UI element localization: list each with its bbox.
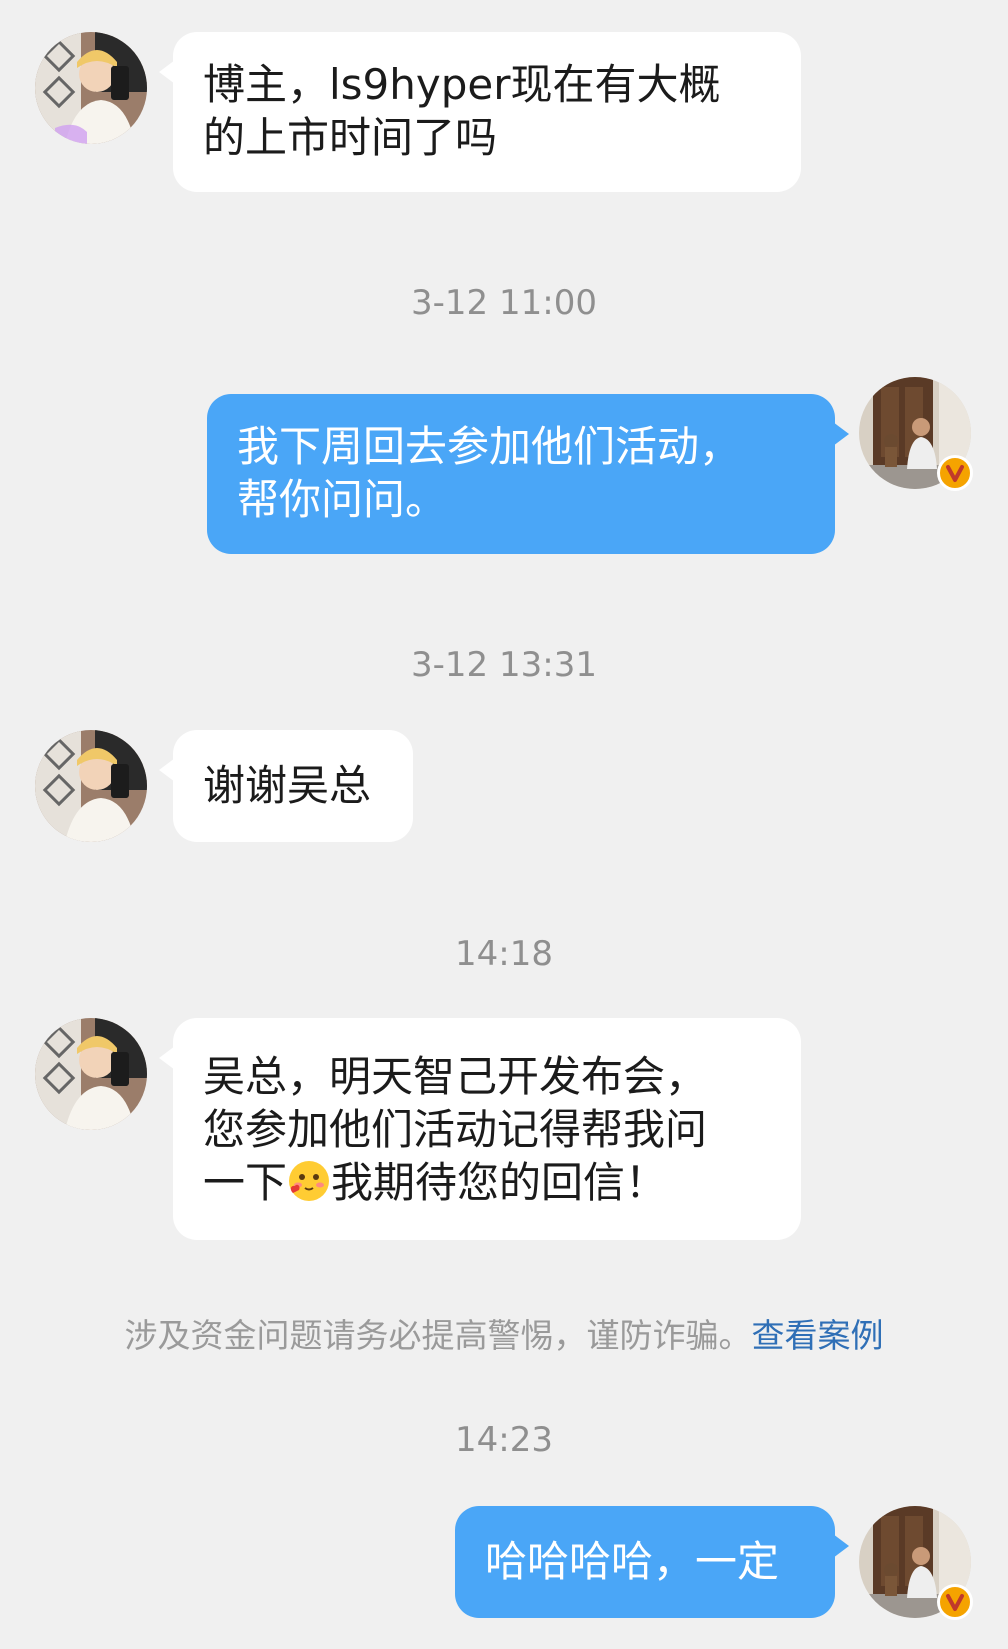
timestamp: 3-12 11:00 (411, 283, 597, 323)
verified-badge-icon (937, 455, 973, 491)
message-text-fragment: 一下 (203, 1158, 288, 1207)
contact-avatar[interactable] (35, 730, 147, 842)
blushing-heart-emoji-icon (289, 1161, 330, 1201)
contact-avatar[interactable] (35, 1018, 147, 1130)
timestamp: 3-12 13:31 (411, 645, 597, 685)
fraud-warning-text: 涉及资金问题请务必提高警惕，谨防诈骗。 (124, 1316, 752, 1355)
message-bubble-incoming[interactable]: 博主，ls9hyper现在有大概 的上市时间了吗 (159, 32, 801, 192)
message-text-fragment: 我期待您的回信！ (331, 1158, 668, 1207)
view-cases-link[interactable]: 查看案例 (752, 1316, 884, 1355)
message-bubble-incoming[interactable]: 吴总，明天智己开发布会， 您参加他们活动记得帮我问 一下 我期待您的回信！ (159, 1018, 801, 1240)
message-text: 博主，ls9hyper现在有大概 的上市时间了吗 (203, 60, 721, 162)
verified-badge-icon (937, 1584, 973, 1620)
message-bubble-incoming[interactable]: 谢谢吴总 (159, 730, 413, 842)
fraud-warning-notice: 涉及资金问题请务必提高警惕，谨防诈骗。查看案例 (0, 1316, 1008, 1356)
contact-avatar[interactable] (35, 32, 147, 144)
message-text-line: 吴总，明天智己开发布会， (203, 1052, 708, 1101)
message-bubble-outgoing[interactable]: 我下周回去参加他们活动， 帮你问问。 (207, 394, 849, 554)
timestamp: 14:18 (455, 934, 553, 974)
message-bubble-outgoing[interactable]: 哈哈哈哈，一定 (455, 1506, 849, 1618)
message-text: 哈哈哈哈，一定 (485, 1537, 780, 1586)
message-text: 谢谢吴总 (203, 761, 372, 810)
message-text: 我下周回去参加他们活动， 帮你问问。 (237, 422, 742, 524)
timestamp: 14:23 (455, 1420, 553, 1460)
chat-view[interactable]: 博主，ls9hyper现在有大概 的上市时间了吗 3-12 11:00 我下周回… (0, 0, 1008, 1649)
message-text-line: 一下 我期待您的回信！ (203, 1156, 771, 1209)
message-text-line: 您参加他们活动记得帮我问 (203, 1105, 708, 1154)
